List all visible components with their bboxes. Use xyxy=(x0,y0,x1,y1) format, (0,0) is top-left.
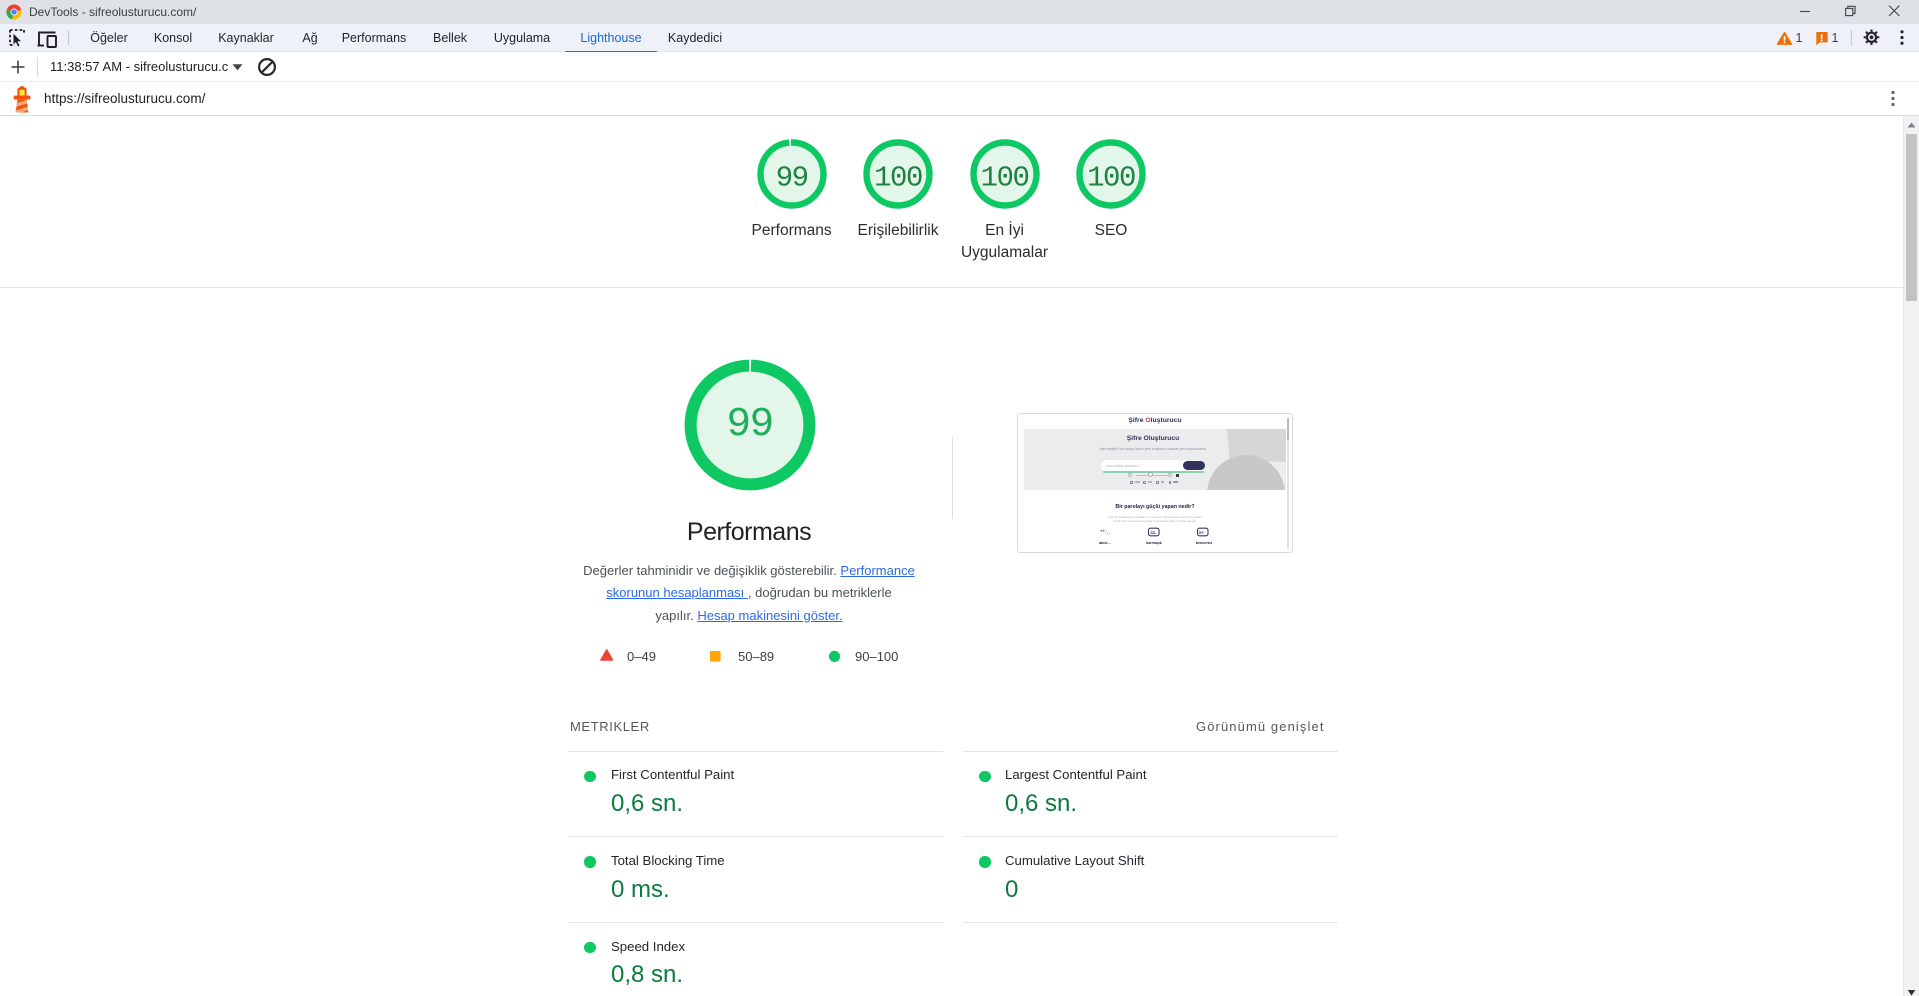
svg-text:a1.: a1. xyxy=(1150,530,1156,535)
svg-text:≥<: ≥< xyxy=(1199,530,1205,535)
svg-text:**·..: **·.. xyxy=(1100,530,1110,536)
